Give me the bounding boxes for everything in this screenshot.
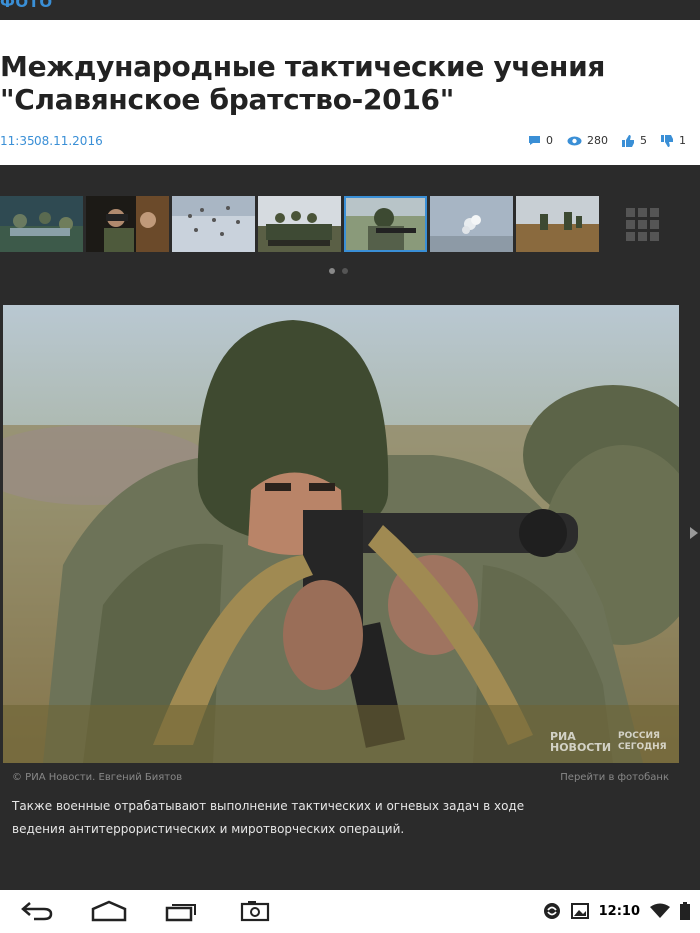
article-title: Международные тактические учения "Славян… — [0, 50, 690, 116]
thumbnail-5[interactable] — [344, 196, 427, 252]
recent-apps-icon[interactable] — [165, 900, 199, 922]
thumbnail-4[interactable] — [258, 196, 341, 252]
thumbnail-strip — [0, 196, 599, 252]
thumbnail-2[interactable] — [86, 196, 169, 252]
thumbs-down-icon — [661, 134, 673, 147]
photobank-link[interactable]: Перейти в фотобанк — [560, 772, 669, 783]
comments-stat[interactable]: 0 — [528, 134, 553, 147]
gallery-pagination — [329, 268, 348, 274]
comments-count: 0 — [546, 134, 553, 147]
likes-count: 5 — [640, 134, 647, 147]
dislikes-stat[interactable]: 1 — [661, 134, 686, 147]
grid-view-icon[interactable] — [626, 208, 659, 241]
main-photo[interactable]: РИА НОВОСТИ РОССИЯ СЕГОДНЯ — [3, 305, 679, 763]
pagination-dot-2[interactable] — [342, 268, 348, 274]
home-icon[interactable] — [91, 900, 127, 922]
thumbnail-1[interactable] — [0, 196, 83, 252]
thumbs-up-icon — [622, 134, 634, 147]
clock: 12:10 — [598, 903, 640, 919]
publish-date: 08.11.2016 — [34, 134, 103, 148]
back-icon[interactable] — [20, 900, 54, 922]
section-label[interactable]: ФОТО — [0, 0, 53, 11]
photo-caption: Также военные отрабатывают выполнение та… — [12, 799, 525, 836]
likes-stat[interactable]: 5 — [622, 134, 647, 147]
gallery-notification-icon — [570, 903, 589, 919]
views-stat: 280 — [567, 134, 608, 147]
thumbnail-3[interactable] — [172, 196, 255, 252]
thumbnail-7[interactable] — [516, 196, 599, 252]
dislikes-count: 1 — [679, 134, 686, 147]
views-count: 280 — [587, 134, 608, 147]
screenshot-icon[interactable] — [240, 900, 270, 922]
article-header: Международные тактические учения "Славян… — [0, 20, 700, 165]
watermark-partner: РОССИЯ СЕГОДНЯ — [618, 731, 667, 752]
status-area: 12:10 — [543, 902, 690, 920]
photo-watermark: РИА НОВОСТИ РОССИЯ СЕГОДНЯ — [550, 731, 673, 753]
system-navigation-bar: 12:10 — [0, 890, 700, 933]
next-photo-arrow-icon[interactable] — [690, 527, 698, 539]
sync-icon — [543, 903, 560, 919]
comment-icon — [529, 136, 540, 145]
photo-credit: © РИА Новости. Евгений Биятов — [12, 772, 183, 783]
article-stats: 0 280 5 1 — [528, 134, 686, 147]
eye-icon — [567, 136, 582, 145]
thumbnail-6[interactable] — [430, 196, 513, 252]
publish-time: 11:35 — [0, 134, 35, 148]
watermark-brand: РИА НОВОСТИ — [550, 730, 612, 754]
title-line-2: "Славянское братство-2016" — [0, 83, 454, 116]
top-bar: ФОТО — [0, 0, 700, 20]
pagination-dot-1[interactable] — [329, 268, 335, 274]
wifi-icon — [650, 903, 670, 918]
photo-gallery: РИА НОВОСТИ РОССИЯ СЕГОДНЯ © РИА Новости… — [0, 165, 700, 890]
battery-icon — [680, 902, 690, 920]
title-line-1: Международные тактические учения — [0, 50, 606, 83]
